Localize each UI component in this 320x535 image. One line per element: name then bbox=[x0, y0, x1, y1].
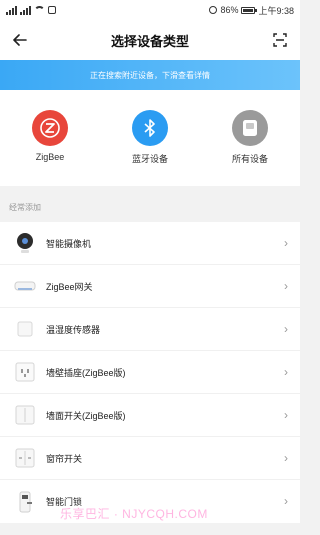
scan-icon bbox=[273, 33, 287, 47]
gateway-icon bbox=[14, 275, 36, 297]
list-item-label: 墙面开关(ZigBee版) bbox=[46, 410, 126, 421]
option-zigbee[interactable]: ZigBee bbox=[15, 110, 85, 162]
arrow-left-icon bbox=[13, 34, 27, 46]
list-item-sensor[interactable]: 温湿度传感器 › bbox=[0, 308, 300, 351]
list-item-label: 智能摄像机 bbox=[46, 238, 92, 249]
signal-icon-2 bbox=[20, 5, 31, 15]
watermark: 乐享巴汇 · NJYCQH.COM bbox=[60, 507, 208, 521]
chevron-right-icon: › bbox=[284, 365, 288, 379]
search-banner[interactable]: 正在搜索附近设备，下滑查看详情 bbox=[0, 60, 300, 90]
list-item-label: 窗帘开关 bbox=[46, 453, 83, 464]
bluetooth-icon bbox=[132, 110, 168, 146]
option-bluetooth-label: 蓝牙设备 bbox=[131, 154, 168, 164]
list-item-curtain-switch[interactable]: 窗帘开关 › bbox=[0, 437, 300, 480]
zigbee-icon bbox=[32, 110, 68, 146]
curtain-switch-icon bbox=[14, 447, 36, 469]
section-label: 经常添加 bbox=[9, 203, 41, 212]
status-bar-right: 86% 上午9:38 bbox=[209, 4, 294, 17]
battery-percent: 86% bbox=[220, 5, 239, 15]
list-item-label: 墙壁插座(ZigBee版) bbox=[46, 367, 126, 378]
option-all-devices-label: 所有设备 bbox=[231, 154, 268, 164]
back-button[interactable] bbox=[8, 28, 32, 52]
alarm-icon bbox=[209, 6, 218, 14]
quick-options: ZigBee 蓝牙设备 所有设备 bbox=[0, 90, 300, 186]
option-all-devices[interactable]: 所有设备 bbox=[215, 110, 285, 165]
socket-icon bbox=[14, 361, 36, 383]
chevron-right-icon: › bbox=[284, 408, 288, 422]
scan-button[interactable] bbox=[268, 28, 292, 52]
sensor-icon bbox=[14, 318, 36, 340]
list-item-label: 温湿度传感器 bbox=[46, 324, 101, 335]
chevron-right-icon: › bbox=[284, 322, 288, 336]
notification-icon bbox=[48, 6, 56, 14]
option-bluetooth[interactable]: 蓝牙设备 bbox=[115, 110, 185, 165]
option-zigbee-label: ZigBee bbox=[35, 152, 65, 162]
list-item-gateway[interactable]: ZigBee网关 › bbox=[0, 265, 300, 308]
banner-text: 正在搜索附近设备，下滑查看详情 bbox=[90, 70, 210, 80]
wifi-icon bbox=[34, 6, 45, 14]
device-list: 智能摄像机 › ZigBee网关 › 温湿度传感器 › 墙壁插座(ZigBee版… bbox=[0, 222, 300, 523]
chevron-right-icon: › bbox=[284, 451, 288, 465]
chevron-right-icon: › bbox=[284, 494, 288, 508]
battery-icon bbox=[241, 6, 258, 14]
list-item-socket[interactable]: 墙壁插座(ZigBee版) › bbox=[0, 351, 300, 394]
status-bar-left bbox=[6, 5, 56, 15]
chevron-right-icon: › bbox=[284, 236, 288, 250]
top-bar: 选择设备类型 bbox=[0, 20, 300, 60]
list-item-wall-switch[interactable]: 墙面开关(ZigBee版) › bbox=[0, 394, 300, 437]
page-title: 选择设备类型 bbox=[110, 33, 189, 49]
all-devices-icon bbox=[232, 110, 268, 146]
wall-switch-icon bbox=[14, 404, 36, 426]
door-lock-icon bbox=[14, 491, 36, 513]
list-item-label: ZigBee网关 bbox=[46, 281, 93, 292]
signal-icon bbox=[6, 5, 17, 15]
chevron-right-icon: › bbox=[284, 279, 288, 293]
status-bar: 86% 上午9:38 bbox=[0, 0, 300, 20]
list-item-camera[interactable]: 智能摄像机 › bbox=[0, 222, 300, 265]
camera-icon bbox=[14, 232, 36, 254]
clock: 上午9:38 bbox=[258, 5, 294, 16]
